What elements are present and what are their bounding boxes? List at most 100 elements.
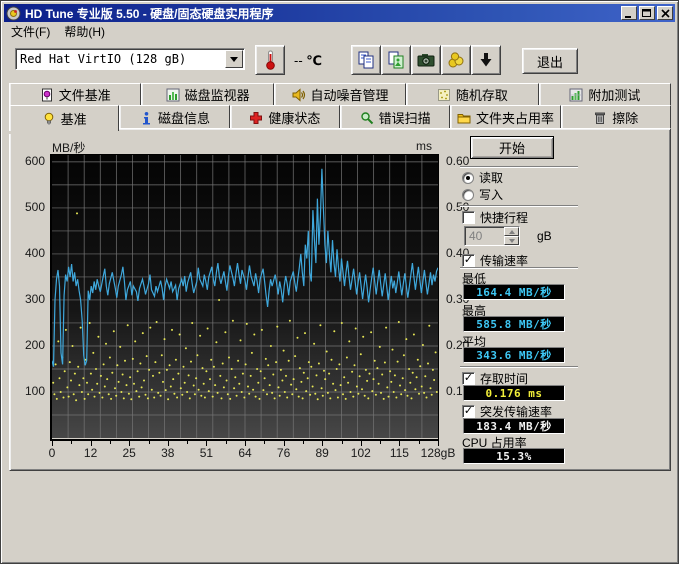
drive-select-value: Red Hat VirtIO (128 gB): [16, 52, 224, 66]
access-time-display: 0.176 ms: [463, 385, 565, 401]
tab-label: 文件基准: [59, 85, 111, 104]
short-stroke-size-value: 40: [465, 229, 504, 243]
temperature-unit: ℃: [306, 53, 322, 68]
spinner-up-button[interactable]: [504, 227, 519, 236]
write-mode-option[interactable]: 写入: [462, 186, 503, 203]
axis-tick-label: 128gB: [420, 446, 456, 460]
burst-rate-display: 183.4 MB/秒: [463, 418, 565, 434]
benchmark-icon: [42, 112, 56, 126]
benchmark-plot: [50, 154, 439, 441]
screenshot-button[interactable]: [411, 45, 441, 75]
window-title: HD Tune 专业版 5.50 - 硬盘/固态硬盘实用程序: [25, 5, 619, 22]
axis-tick-mark: [264, 441, 265, 444]
thermometer-icon: [260, 49, 280, 71]
copy-image-icon: [386, 50, 406, 70]
menu-bar: 文件(F) 帮助(H): [4, 22, 675, 41]
transfer-rate-checkbox[interactable]: ✓: [462, 254, 475, 267]
read-radio[interactable]: [462, 172, 474, 184]
tab-disk-info[interactable]: 磁盘信息: [119, 105, 229, 129]
tab-health[interactable]: 健康状态: [230, 105, 340, 129]
temperature-value: --: [294, 53, 303, 68]
spinner-down-button[interactable]: [504, 236, 519, 245]
axis-tick-mark: [71, 441, 72, 444]
tab-random-access[interactable]: 随机存取: [406, 83, 538, 105]
axis-tick-label: 300: [25, 292, 45, 306]
axis-tick-mark: [380, 441, 381, 444]
axis-tick-mark: [419, 441, 420, 444]
write-radio-label: 写入: [479, 186, 503, 203]
axis-tick-label: 12: [73, 446, 109, 460]
axis-tick-label: 25: [111, 446, 147, 460]
max-transfer-rate-display: 585.8 MB/秒: [463, 316, 565, 332]
tab-benchmark[interactable]: 基准: [9, 105, 119, 131]
axis-tick-mark: [187, 441, 188, 444]
file-benchmark-icon: [40, 88, 54, 102]
tab-label: 附加测试: [588, 85, 640, 104]
write-radio[interactable]: [462, 189, 474, 201]
axis-tick-label: 89: [304, 446, 340, 460]
disk-info-icon: [139, 111, 153, 125]
axis-tick-label: 400: [25, 246, 45, 260]
tab-label: 文件夹占用率: [476, 108, 554, 127]
benchmark-page: MB/秒 ms 600500400300200100 0.600.500.400…: [9, 128, 671, 471]
maximize-button[interactable]: [639, 6, 655, 20]
separator: [460, 267, 578, 269]
read-mode-option[interactable]: 读取: [462, 169, 503, 186]
tab-label: 基准: [61, 109, 87, 128]
minimize-button[interactable]: [621, 6, 637, 20]
axis-tick-label: 64: [227, 446, 263, 460]
short-stroke-checkbox[interactable]: [462, 211, 475, 224]
access-time-checkbox[interactable]: ✓: [462, 372, 475, 385]
tab-folder-usage[interactable]: 文件夹占用率: [450, 105, 560, 129]
copy-image-button[interactable]: [381, 45, 411, 75]
y-right-axis-title: ms: [416, 139, 432, 153]
separator: [460, 166, 578, 168]
axis-tick-label: 500: [25, 200, 45, 214]
axis-tick-mark: [149, 441, 150, 444]
tab-error-scan[interactable]: 错误扫描: [340, 105, 450, 129]
drive-select[interactable]: Red Hat VirtIO (128 gB): [15, 48, 245, 70]
disk-monitor-icon: [166, 88, 180, 102]
short-stroke-unit: gB: [537, 229, 552, 243]
menu-file[interactable]: 文件(F): [4, 21, 57, 42]
tab-erase[interactable]: 擦除: [561, 105, 671, 129]
app-window: HD Tune 专业版 5.50 - 硬盘/固态硬盘实用程序 文件(F) 帮助(…: [0, 0, 679, 564]
erase-icon: [593, 111, 607, 125]
axis-tick-label: 200: [25, 338, 45, 352]
close-button[interactable]: [657, 6, 673, 20]
tab-label: 健康状态: [268, 108, 320, 127]
tab-extra-tests[interactable]: 附加测试: [539, 83, 671, 105]
tab-file-benchmark[interactable]: 文件基准: [9, 83, 141, 105]
title-bar[interactable]: HD Tune 专业版 5.50 - 硬盘/固态硬盘实用程序: [4, 4, 675, 22]
read-radio-label: 读取: [479, 169, 503, 186]
tab-label: 错误扫描: [379, 108, 431, 127]
temperature-readout: -- ℃: [294, 53, 322, 69]
camera-icon: [416, 50, 436, 70]
tab-row-secondary: 文件基准 磁盘监视器 自动噪音管理 随机存取 附加测试: [9, 83, 671, 105]
axis-tick-label: 115: [381, 446, 417, 460]
axis-tick-label: 0: [34, 446, 70, 460]
exit-button-label: 退出: [537, 52, 563, 71]
tab-label: 磁盘信息: [158, 108, 210, 127]
tab-label: 自动噪音管理: [311, 85, 389, 104]
min-transfer-rate-display: 164.4 MB/秒: [463, 284, 565, 300]
donate-button[interactable]: [441, 45, 471, 75]
aam-icon: [292, 88, 306, 102]
tab-disk-monitor[interactable]: 磁盘监视器: [141, 83, 273, 105]
short-stroke-size-spinner[interactable]: 40: [464, 226, 520, 246]
menu-help[interactable]: 帮助(H): [57, 21, 112, 42]
short-stroke-option[interactable]: 快捷行程: [462, 209, 528, 226]
axis-tick-label: 600: [25, 154, 45, 168]
separator: [460, 366, 578, 368]
drive-select-dropdown-button[interactable]: [225, 50, 243, 68]
save-results-button[interactable]: [471, 45, 501, 75]
benchmark-plot-canvas: [52, 155, 438, 438]
axis-tick-mark: [342, 441, 343, 444]
copy-text-button[interactable]: [351, 45, 381, 75]
start-button-label: 开始: [499, 138, 525, 157]
temperature-button[interactable]: [255, 45, 285, 75]
tab-aam[interactable]: 自动噪音管理: [274, 83, 406, 105]
burst-rate-checkbox[interactable]: ✓: [462, 405, 475, 418]
exit-button[interactable]: 退出: [522, 48, 578, 74]
start-button[interactable]: 开始: [470, 136, 554, 159]
